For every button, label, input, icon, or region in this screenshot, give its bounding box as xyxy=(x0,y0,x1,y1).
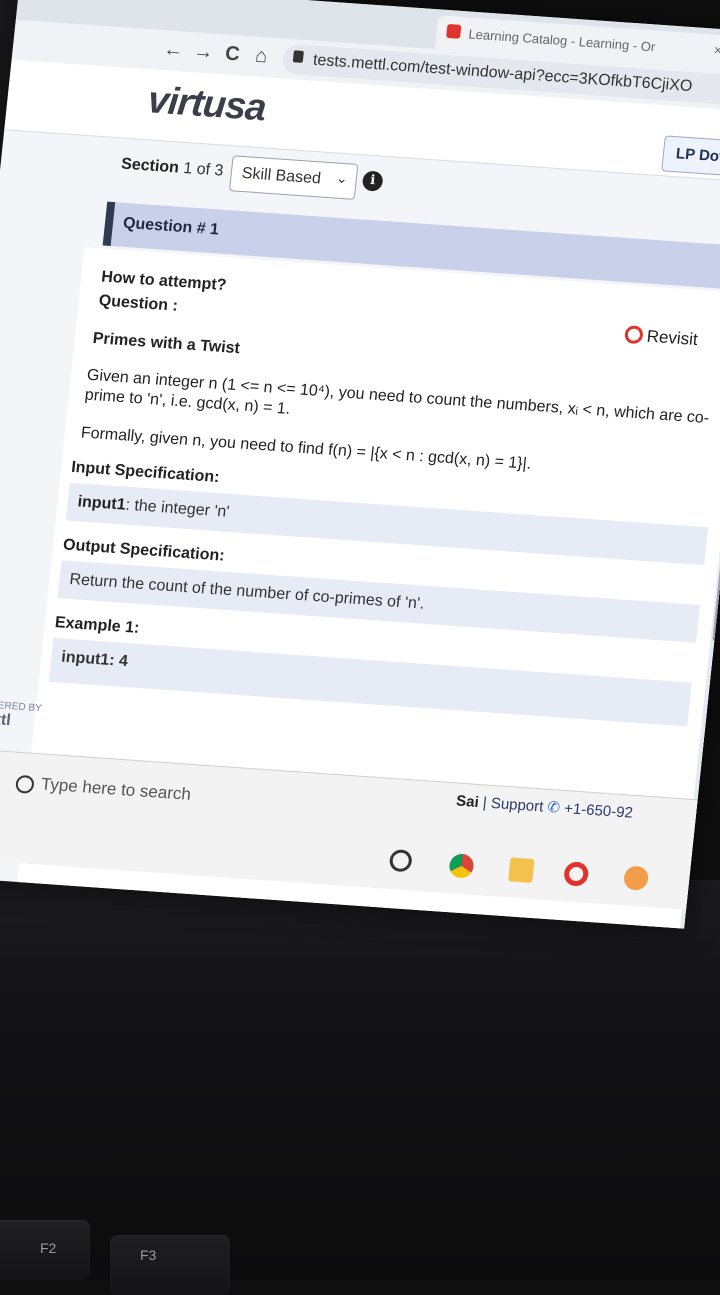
revisit-button[interactable]: Revisit xyxy=(623,325,699,350)
support-link[interactable]: Support xyxy=(490,795,544,816)
tab-close-icon[interactable]: × xyxy=(713,42,720,58)
tab-title: Learning Catalog - Learning - Or xyxy=(467,26,657,55)
cortana-icon[interactable] xyxy=(388,848,413,873)
opera-icon[interactable] xyxy=(562,861,590,887)
section-select[interactable]: Skill Based ⌄ xyxy=(228,155,359,200)
problem-title: Primes with a Twist xyxy=(91,329,241,358)
key-f3: F3 xyxy=(110,1235,230,1295)
tab-favicon-icon xyxy=(446,23,462,39)
reload-icon[interactable]: C xyxy=(224,43,241,67)
home-icon[interactable]: ⌂ xyxy=(254,45,268,69)
section-label: Section 1 of 3 xyxy=(120,156,224,181)
revisit-icon xyxy=(623,325,644,345)
key-f2: F2 xyxy=(0,1220,90,1280)
chevron-down-icon: ⌄ xyxy=(335,169,349,187)
file-explorer-icon[interactable] xyxy=(508,857,535,883)
info-icon[interactable]: i xyxy=(361,170,384,192)
chrome-icon[interactable] xyxy=(448,853,475,879)
support-info: Sai | Support ✆ +1-650-92 xyxy=(455,791,633,821)
question-label: Question : xyxy=(97,292,179,315)
input-spec-desc: : the integer 'n' xyxy=(124,496,231,521)
section-total: of 3 xyxy=(195,160,225,180)
output-spec-box: Return the count of the number of co-pri… xyxy=(57,560,700,643)
output-spec-text: Return the count of the number of co-pri… xyxy=(68,570,426,613)
taskbar-search-input[interactable]: Type here to search xyxy=(40,774,192,804)
input-spec-heading: Input Specification: xyxy=(70,458,221,487)
section-current: 1 xyxy=(182,159,194,178)
example-heading: Example 1: xyxy=(54,614,141,637)
input-spec-text: input1: the integer 'n' xyxy=(77,493,230,522)
example-box: input1: 4 xyxy=(48,637,692,727)
how-to-attempt-link[interactable]: How to attempt? xyxy=(100,268,227,295)
laptop-keyboard: F2 F3 xyxy=(0,880,720,1295)
question-number: Question # 1 xyxy=(122,214,220,239)
example-input: input1: 4 xyxy=(60,648,129,671)
key-f3-label: F3 xyxy=(140,1247,157,1263)
support-phone: +1-650-92 xyxy=(563,800,634,822)
virtusa-logo: virtusa xyxy=(145,79,268,130)
user-name: Sai xyxy=(455,792,480,811)
input-spec-key: input1 xyxy=(76,493,127,514)
laptop-screen: Learning Catalog - Learning - Or × ← → C… xyxy=(0,0,720,929)
lp-dotnet-label: LP Dotn xyxy=(675,145,720,167)
back-icon[interactable]: ← xyxy=(162,38,184,62)
lp-dotnet-button[interactable]: LP Dotn xyxy=(661,135,720,180)
search-icon xyxy=(14,774,35,794)
key-f2-label: F2 xyxy=(40,1240,57,1256)
app-icon[interactable] xyxy=(622,865,650,891)
lock-icon xyxy=(292,50,304,63)
section-word: Section xyxy=(120,155,180,177)
mettl-logo: POWERED BY mettl xyxy=(0,699,42,733)
forward-icon[interactable]: → xyxy=(192,40,214,64)
section-select-value: Skill Based xyxy=(240,164,322,188)
revisit-label: Revisit xyxy=(645,326,699,350)
